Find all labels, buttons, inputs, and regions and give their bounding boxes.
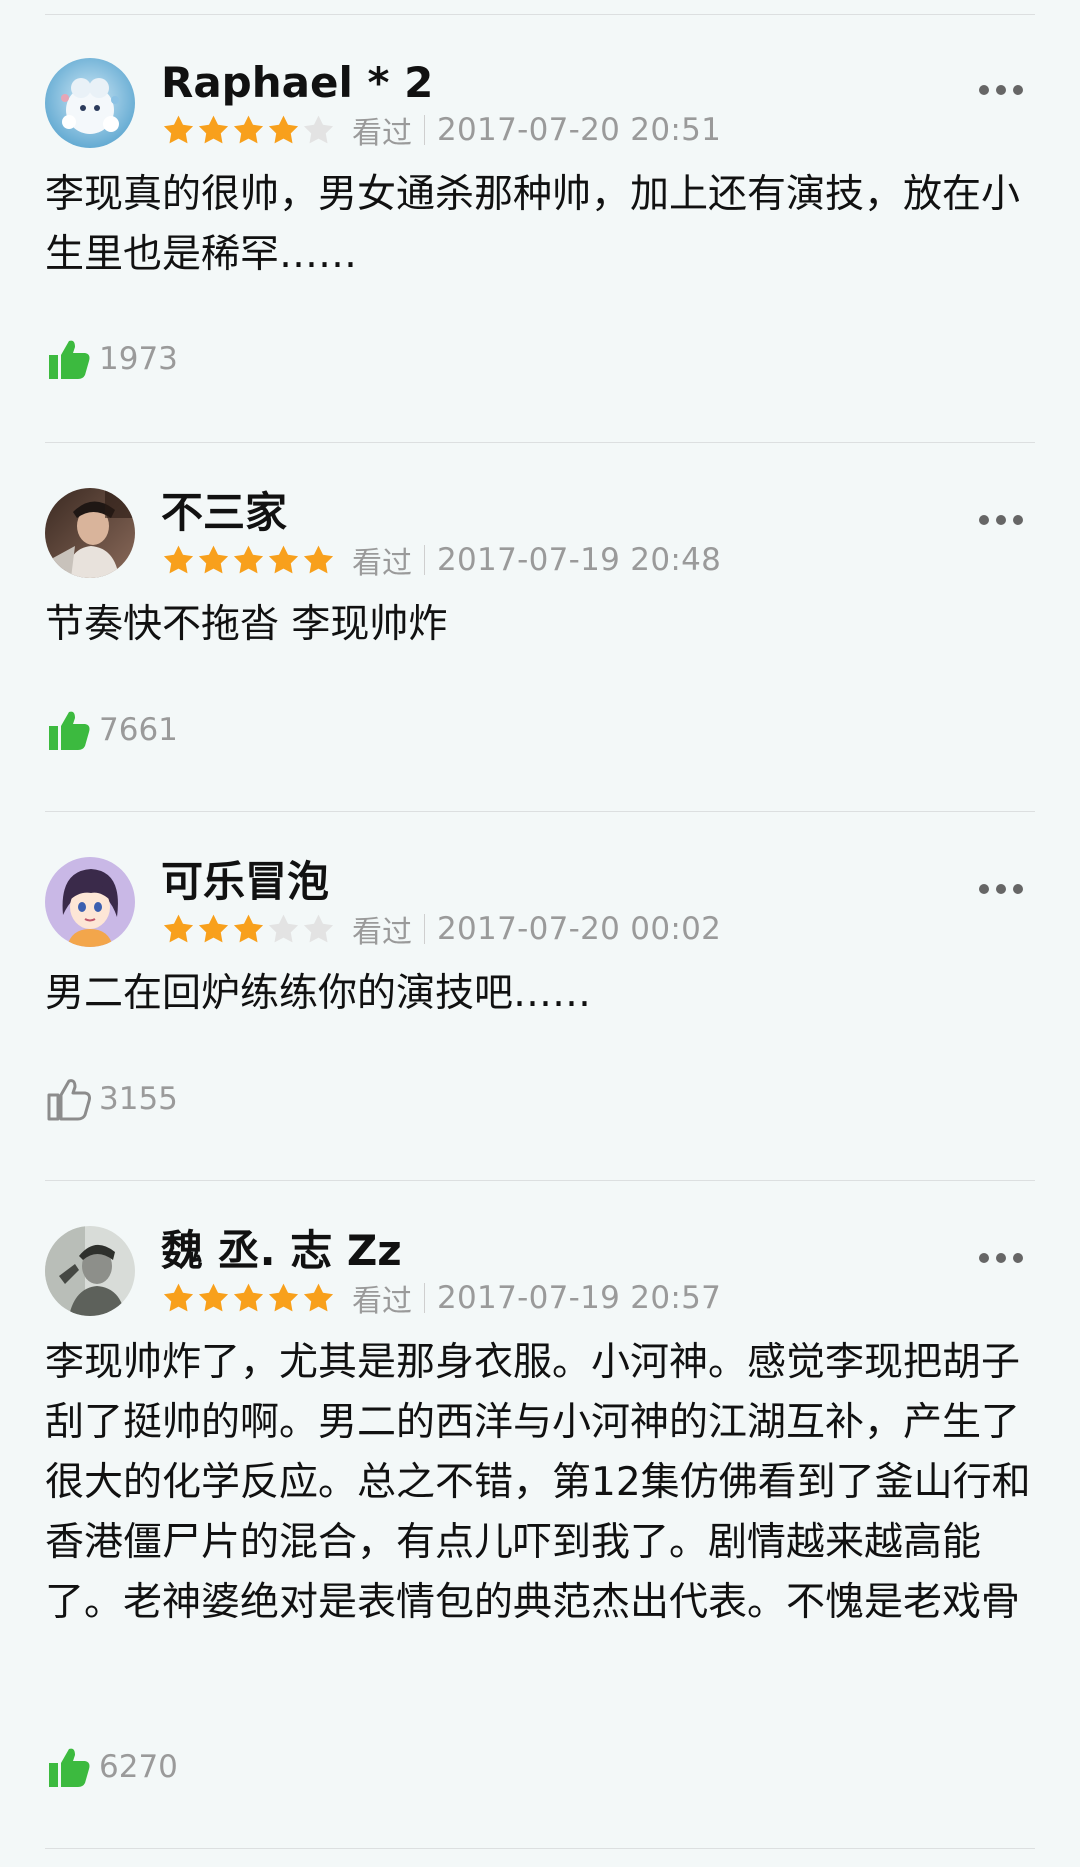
username[interactable]: 可乐冒泡 — [161, 861, 329, 903]
thumbs-up-outline-icon — [47, 1079, 91, 1121]
review-meta: 看过 2017-07-20 20:51 — [161, 110, 722, 151]
review-date: 2017-07-20 20:51 — [437, 112, 722, 148]
watch-status: 看过 — [352, 915, 412, 950]
star-filled-icon — [268, 545, 299, 573]
meta-separator — [424, 545, 425, 575]
star-filled-icon — [268, 1283, 299, 1311]
username[interactable]: Raphael * 2 — [161, 62, 433, 104]
review-content: 节奏快不拖沓 李现帅炸 — [45, 602, 448, 647]
star-filled-icon — [198, 1283, 229, 1311]
review-divider — [45, 442, 1035, 443]
star-filled-icon — [233, 1283, 264, 1311]
review-meta: 看过 2017-07-19 20:57 — [161, 1278, 722, 1319]
thumbs-up-filled-icon — [49, 711, 90, 750]
star-filled-icon — [303, 1283, 334, 1311]
top-divider — [45, 14, 1035, 15]
star-filled-icon — [303, 545, 334, 573]
like-button[interactable]: 1973 — [45, 335, 178, 383]
cartoon-character-avatar-icon — [45, 58, 135, 148]
thumbs-up-filled-icon — [49, 340, 90, 379]
avatar[interactable] — [45, 488, 135, 578]
review-date: 2017-07-20 00:02 — [437, 911, 722, 947]
meta-separator — [424, 115, 425, 145]
avatar[interactable] — [45, 1226, 135, 1316]
star-filled-icon — [163, 914, 194, 942]
review-content: 李现帅炸了，尤其是那身衣服。小河神。感觉李现把胡子刮了挺帅的啊。男二的西洋与小河… — [45, 1340, 1031, 1625]
star-filled-icon — [233, 914, 264, 942]
review-content: 李现真的很帅，男女通杀那种帅，加上还有演技，放在小生里也是稀罕…… — [45, 172, 1021, 277]
like-button[interactable]: 3155 — [45, 1075, 178, 1123]
thumbs-up-icon — [45, 1743, 93, 1791]
anime-girl-avatar-icon — [45, 857, 135, 947]
like-button[interactable]: 6270 — [45, 1743, 178, 1791]
review-meta: 看过 2017-07-20 00:02 — [161, 909, 722, 950]
like-button[interactable]: 7661 — [45, 706, 178, 754]
star-rating — [161, 113, 336, 148]
grayscale-person-avatar-icon — [45, 1226, 135, 1316]
avatar[interactable] — [45, 58, 135, 148]
star-filled-icon — [198, 914, 229, 942]
star-filled-icon — [268, 115, 299, 143]
more-options-icon[interactable] — [979, 1252, 1023, 1264]
star-filled-icon — [163, 545, 194, 573]
like-count: 6270 — [99, 1749, 178, 1785]
review-meta: 看过 2017-07-19 20:48 — [161, 540, 722, 581]
star-rating — [161, 1281, 336, 1316]
review-divider — [45, 1180, 1035, 1181]
username[interactable]: 魏 丞. 志 Zz — [161, 1230, 402, 1272]
watch-status: 看过 — [352, 546, 412, 581]
like-count: 3155 — [99, 1081, 178, 1117]
star-empty-icon — [303, 115, 334, 143]
meta-separator — [424, 1283, 425, 1313]
more-options-icon[interactable] — [979, 84, 1023, 96]
review-divider — [45, 811, 1035, 812]
thumbs-up-filled-icon — [49, 1748, 90, 1787]
thumbs-up-icon — [45, 706, 93, 754]
username[interactable]: 不三家 — [161, 492, 287, 534]
watch-status: 看过 — [352, 116, 412, 151]
like-count: 7661 — [99, 712, 178, 748]
star-filled-icon — [163, 1283, 194, 1311]
star-rating — [161, 912, 336, 947]
star-rating — [161, 543, 336, 578]
like-count: 1973 — [99, 341, 178, 377]
review-date: 2017-07-19 20:57 — [437, 1280, 722, 1316]
review-content: 男二在回炉练练你的演技吧…… — [45, 971, 592, 1016]
avatar[interactable] — [45, 857, 135, 947]
star-filled-icon — [233, 115, 264, 143]
review-divider — [45, 1848, 1035, 1849]
more-options-icon[interactable] — [979, 514, 1023, 526]
meta-separator — [424, 914, 425, 944]
more-options-icon[interactable] — [979, 883, 1023, 895]
costume-character-avatar-icon — [45, 488, 135, 578]
thumbs-up-icon — [45, 1075, 93, 1123]
star-filled-icon — [198, 115, 229, 143]
review-date: 2017-07-19 20:48 — [437, 542, 722, 578]
star-empty-icon — [303, 914, 334, 942]
star-empty-icon — [268, 914, 299, 942]
star-filled-icon — [233, 545, 264, 573]
watch-status: 看过 — [352, 1284, 412, 1319]
thumbs-up-icon — [45, 335, 93, 383]
star-filled-icon — [163, 115, 194, 143]
star-filled-icon — [198, 545, 229, 573]
